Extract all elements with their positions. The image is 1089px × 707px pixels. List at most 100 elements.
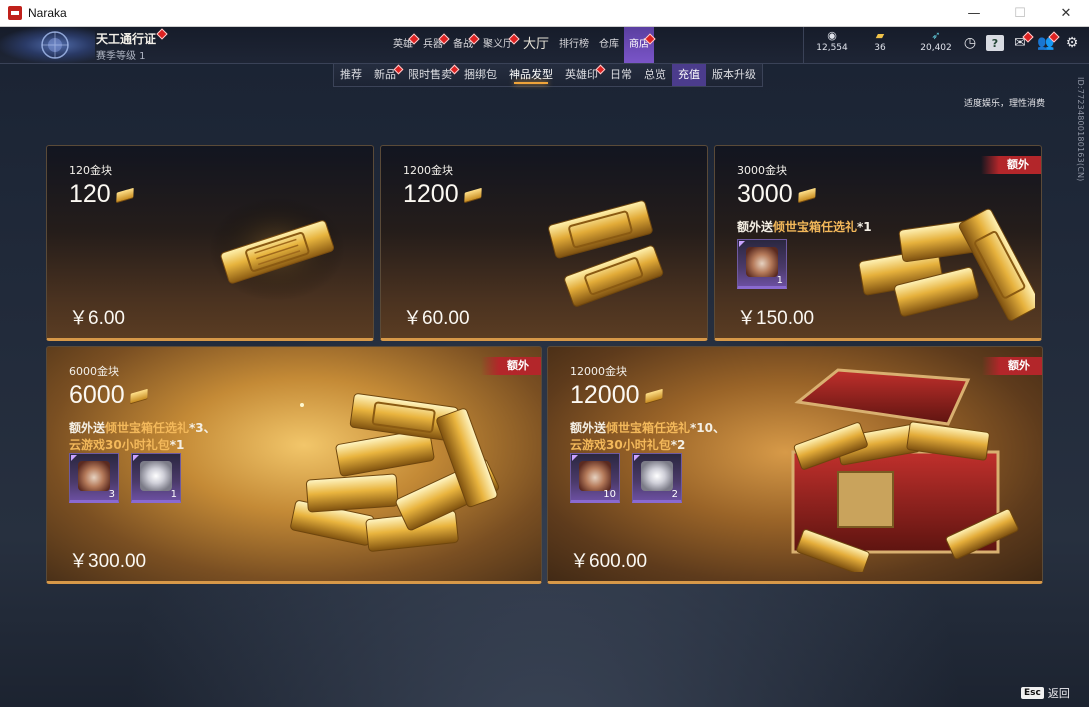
chest-icon <box>579 461 611 491</box>
friends-icon[interactable]: 👥 <box>1036 31 1060 53</box>
gold-amount: 12000 <box>570 381 663 410</box>
minimize-button[interactable]: — <box>951 0 997 26</box>
card-title: 12000金块 <box>570 365 627 378</box>
notification-dot-icon <box>1022 31 1034 43</box>
bonus-text: 额外送倾世宝箱任选礼*3、 云游戏30小时礼包*1 <box>69 421 216 452</box>
top-up-card-6000[interactable]: 额外 6000金块 6000 额外送倾世宝箱任选礼*3、 云游戏30小时礼包*1… <box>46 346 542 584</box>
gold-bar-art <box>209 197 345 301</box>
battle-pass-emblem[interactable] <box>0 27 95 63</box>
top-right-icons: ◷ ? ✉ 👥 ⚙ <box>960 31 1082 53</box>
nav-guild[interactable]: 聚义厅 <box>478 27 520 63</box>
gold-bar-icon <box>116 187 134 202</box>
gold-bars-art <box>548 200 664 307</box>
bonus-items: 10 2 <box>570 453 682 503</box>
gold-pile-art <box>290 393 500 552</box>
chest-icon <box>746 247 778 277</box>
top-up-card-12000[interactable]: 额外 12000金块 12000 额外送倾世宝箱任选礼*10、 云游戏30小时礼… <box>547 346 1043 584</box>
history-icon[interactable]: ◷ <box>960 33 980 53</box>
price-label: ￥6.00 <box>69 308 125 329</box>
silver-pack-icon <box>641 461 673 491</box>
gold-bar-icon <box>644 388 663 403</box>
maximize-button[interactable]: ☐ <box>997 0 1043 26</box>
chest-icon <box>78 461 110 491</box>
back-label: 返回 <box>1047 687 1070 700</box>
gold-amount: 3000 <box>737 180 816 209</box>
item-count: 1 <box>776 275 783 286</box>
bonus-text: 额外送倾世宝箱任选礼*10、 云游戏30小时礼包*2 <box>570 421 726 452</box>
player-id: ID:77234800180163(CN) <box>1076 77 1085 182</box>
item-count: 2 <box>671 489 678 500</box>
season-level: 赛季等级 1 <box>96 51 146 62</box>
gold-amount: 6000 <box>69 381 148 410</box>
reward-item-cloud-pack[interactable]: 1 <box>131 453 181 503</box>
tab-hairstyles[interactable]: 神品发型 <box>503 64 559 86</box>
price-label: ￥150.00 <box>737 308 815 329</box>
card-title: 1200金块 <box>403 164 453 177</box>
tab-bundles[interactable]: 捆绑包 <box>458 64 503 86</box>
back-hint[interactable]: Esc 返回 <box>1021 685 1070 701</box>
nav-weapons[interactable]: 兵器 <box>418 27 450 63</box>
tab-recommended[interactable]: 推荐 <box>334 64 368 86</box>
shop-tabs: 推荐 新品 限时售卖 捆绑包 神品发型 英雄印 日常 总览 充值 版本升级 <box>333 64 763 87</box>
card-title: 3000金块 <box>737 164 787 177</box>
mail-icon[interactable]: ✉ <box>1010 31 1034 53</box>
close-button[interactable]: ✕ <box>1043 0 1089 26</box>
battle-pass-title[interactable]: 天工通行证 <box>96 28 168 47</box>
notification-dot-icon <box>156 28 168 40</box>
price-label: ￥60.00 <box>403 308 470 329</box>
nav-heroes[interactable]: 英雄 <box>388 27 420 63</box>
rarity-corner-icon <box>634 455 640 461</box>
reward-item-chest[interactable]: 3 <box>69 453 119 503</box>
top-up-card-3000[interactable]: 额外 3000金块 3000 额外送倾世宝箱任选礼*1 1 ￥150.00 <box>714 145 1042 341</box>
item-count: 3 <box>108 489 115 500</box>
extra-badge: 额外 <box>981 156 1041 174</box>
reward-item-chest[interactable]: 1 <box>737 239 787 289</box>
extra-badge: 额外 <box>481 357 541 375</box>
rarity-corner-icon <box>739 241 745 247</box>
esc-key-icon: Esc <box>1021 687 1044 699</box>
tab-hero-seals[interactable]: 英雄印 <box>559 64 606 86</box>
nav-leaderboard[interactable]: 排行榜 <box>554 27 594 63</box>
rarity-corner-icon <box>133 455 139 461</box>
silver-pack-icon <box>140 461 172 491</box>
reward-item-cloud-pack[interactable]: 2 <box>632 453 682 503</box>
nav-shop[interactable]: 商店 <box>624 27 656 63</box>
top-up-card-120[interactable]: 120金块 120 ￥6.00 <box>46 145 374 341</box>
tab-limited[interactable]: 限时售卖 <box>402 64 460 86</box>
rarity-corner-icon <box>71 455 77 461</box>
help-icon[interactable]: ? <box>986 35 1004 51</box>
gear-icon[interactable]: ⚙ <box>1062 33 1082 53</box>
tab-top-up[interactable]: 充值 <box>672 64 706 86</box>
nav-lobby[interactable]: 大厅 <box>518 27 554 63</box>
tab-overview[interactable]: 总览 <box>638 64 672 86</box>
price-label: ￥600.00 <box>570 551 648 572</box>
gold-amount: 1200 <box>403 180 482 209</box>
card-title: 6000金块 <box>69 365 119 378</box>
gold-bars-art <box>858 208 1035 321</box>
top-up-card-1200[interactable]: 1200金块 1200 ￥60.00 <box>380 145 708 341</box>
nav-warehouse[interactable]: 仓库 <box>594 27 624 63</box>
currency-feather[interactable]: ➶ 20,402 <box>904 27 968 63</box>
reward-item-chest[interactable]: 10 <box>570 453 620 503</box>
game-viewport: 天工通行证 赛季等级 1 英雄 兵器 备战 聚义厅 大厅 排行榜 仓库 商店 ◉… <box>0 27 1089 707</box>
pass-emblem-icon <box>41 31 69 59</box>
gold-bar-icon: ▰ <box>875 29 885 42</box>
bonus-items: 1 <box>737 239 787 289</box>
bonus-items: 3 1 <box>69 453 181 503</box>
notification-dot-icon <box>1048 31 1060 43</box>
tab-version-upgrade[interactable]: 版本升级 <box>706 64 762 86</box>
card-title: 120金块 <box>69 164 112 177</box>
eye-coin-icon: ◉ <box>827 29 837 42</box>
currency-coins[interactable]: ◉ 12,554 <box>808 27 856 63</box>
gold-bar-icon <box>463 187 482 202</box>
treasure-chest-art <box>791 368 1019 572</box>
nav-prepare[interactable]: 备战 <box>448 27 480 63</box>
currency-bar: ◉ 12,554 ▰ 36 ➶ 20,402 <box>803 27 968 63</box>
tab-daily[interactable]: 日常 <box>604 64 638 86</box>
tab-new[interactable]: 新品 <box>368 64 404 86</box>
app-logo-icon <box>8 6 22 20</box>
moderation-notice: 适度娱乐，理性消费 <box>964 99 1046 109</box>
item-count: 1 <box>170 489 177 500</box>
currency-gold[interactable]: ▰ 36 <box>856 27 904 63</box>
main-nav: 英雄 兵器 备战 聚义厅 大厅 排行榜 仓库 商店 <box>388 27 656 63</box>
